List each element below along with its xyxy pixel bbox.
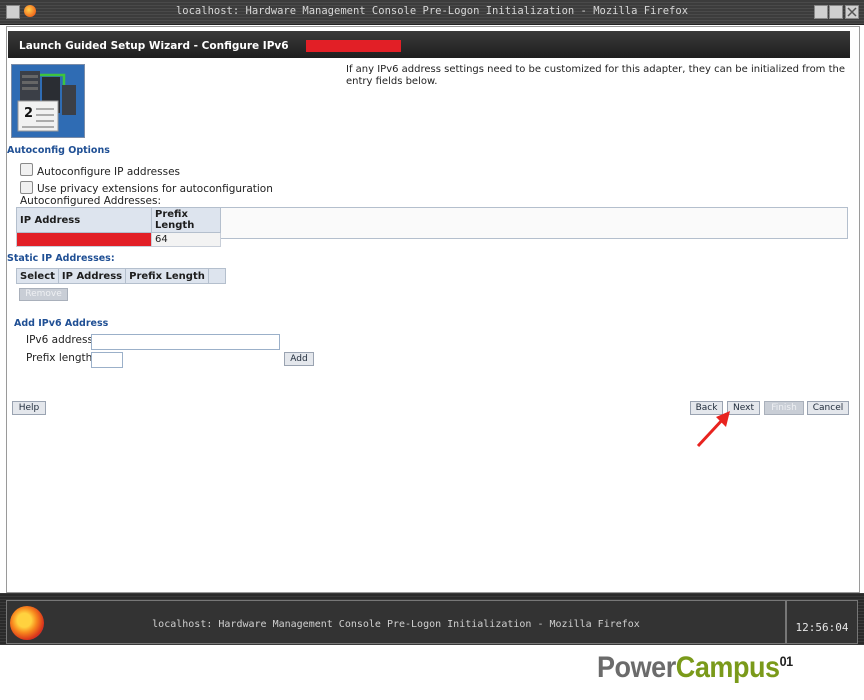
help-button[interactable]: Help	[12, 401, 46, 415]
column-header-select[interactable]: Select	[16, 268, 59, 284]
add-ipv6-heading: Add IPv6 Address	[14, 318, 109, 329]
app-frame	[6, 26, 860, 593]
autoconfig-heading: Autoconfig Options	[7, 145, 110, 156]
prefix-length-input[interactable]	[91, 352, 123, 368]
close-icon[interactable]	[845, 5, 859, 19]
table-row[interactable]: 64	[16, 232, 221, 247]
window-titlebar[interactable]: localhost: Hardware Management Console P…	[0, 0, 864, 25]
watermark-part2: Campus	[675, 651, 780, 684]
powercampus-watermark-logo: PowerCampus01	[597, 651, 793, 685]
intro-text: If any IPv6 address settings need to be …	[346, 64, 846, 87]
page-title: Launch Guided Setup Wizard - Configure I…	[19, 40, 289, 52]
column-header-ip[interactable]: IP Address	[57, 268, 127, 284]
column-header-spacer	[207, 268, 226, 284]
minimize-icon[interactable]	[814, 5, 828, 19]
taskbar-window-item[interactable]: localhost: Hardware Management Console P…	[6, 600, 786, 644]
autoconfigure-label: Autoconfigure IP addresses	[37, 166, 180, 178]
remove-button[interactable]: Remove	[19, 288, 68, 301]
cancel-button[interactable]: Cancel	[807, 401, 849, 415]
autoconfigured-addresses-table: IP Address Prefix Length 64	[16, 207, 221, 247]
taskbar-window-title: localhost: Hardware Management Console P…	[152, 619, 640, 630]
maximize-icon[interactable]	[829, 5, 843, 19]
watermark-suffix: 01	[779, 653, 794, 669]
watermark-part1: Power	[597, 651, 676, 684]
privacy-extensions-label: Use privacy extensions for autoconfigura…	[37, 183, 273, 195]
ipv6-address-label: IPv6 address:	[26, 334, 97, 346]
wizard-step-icon: 2	[11, 64, 85, 138]
autoconfigured-addresses-label: Autoconfigured Addresses:	[20, 195, 161, 207]
taskbar-clock: 12:56:04	[786, 600, 858, 644]
window-title: localhost: Hardware Management Console P…	[175, 5, 689, 17]
static-addresses-table: Select IP Address Prefix Length	[16, 268, 226, 284]
firefox-logo-icon[interactable]	[10, 606, 44, 640]
wizard-header: Launch Guided Setup Wizard - Configure I…	[8, 31, 850, 58]
static-addresses-heading: Static IP Addresses:	[7, 253, 115, 264]
finish-button[interactable]: Finish	[764, 401, 804, 415]
clock-time: 12:56:04	[795, 621, 849, 634]
column-header-prefix[interactable]: Prefix Length	[125, 268, 209, 284]
ipv6-address-input[interactable]	[91, 334, 280, 350]
autoconfigure-checkbox[interactable]	[20, 163, 33, 176]
annotation-arrow-icon	[696, 411, 730, 448]
column-header-prefix[interactable]: Prefix Length	[151, 207, 221, 233]
prefix-length-label: Prefix length:	[26, 352, 96, 364]
add-button[interactable]: Add	[284, 352, 314, 366]
redaction-bar	[306, 40, 401, 52]
ip-cell-redacted	[16, 232, 152, 247]
privacy-extensions-checkbox[interactable]	[20, 181, 33, 194]
prefix-cell: 64	[151, 232, 221, 247]
wizard-step-number: 2	[24, 106, 34, 121]
column-header-ip[interactable]: IP Address	[16, 207, 152, 233]
